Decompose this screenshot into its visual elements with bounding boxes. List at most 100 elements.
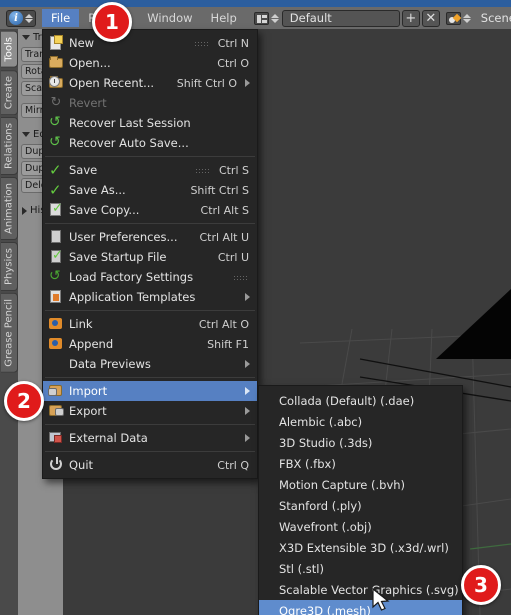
chevron-right-icon bbox=[245, 387, 250, 395]
submenu-item-ogre3d[interactable]: Ogre3D (.mesh) bbox=[259, 600, 462, 615]
chevron-right-icon bbox=[245, 360, 250, 368]
import-icon bbox=[47, 383, 65, 399]
chevron-right-icon bbox=[245, 79, 250, 87]
menu-item-save-startup-file-shortcut: Ctrl U bbox=[217, 250, 249, 264]
menu-item-save[interactable]: ✓ Save Ctrl S bbox=[43, 160, 257, 180]
save-startup-icon: ✓ bbox=[51, 248, 63, 263]
menu-grip[interactable] bbox=[233, 274, 247, 280]
editor-type-selector[interactable]: i bbox=[6, 9, 36, 27]
delete-screen-button[interactable]: ✕ bbox=[421, 9, 440, 27]
menu-item-load-factory-settings[interactable]: ↺ Load Factory Settings bbox=[43, 267, 257, 287]
menu-item-load-factory-settings-label: Load Factory Settings bbox=[69, 270, 194, 284]
load-factory-icon: ↺ bbox=[49, 268, 61, 284]
screen-layout-icon bbox=[253, 11, 269, 25]
scene-selector[interactable]: Scene bbox=[445, 9, 511, 27]
mouse-cursor bbox=[372, 588, 390, 611]
menu-item-open-recent-label: Open Recent... bbox=[69, 76, 155, 90]
menu-item-quit-shortcut: Ctrl Q bbox=[217, 458, 249, 472]
top-menu-bar: i File Render Window Help Default + ✕ Sc… bbox=[0, 7, 511, 29]
menu-item-quit[interactable]: Quit Ctrl Q bbox=[43, 455, 257, 475]
submenu-item-collada[interactable]: Collada (Default) (.dae) bbox=[259, 390, 462, 411]
chevron-right-icon bbox=[245, 434, 250, 442]
menu-grip[interactable] bbox=[193, 40, 208, 46]
menu-item-data-previews[interactable]: Data Previews bbox=[43, 354, 257, 374]
menu-item-external-data[interactable]: External Data bbox=[43, 428, 257, 448]
menu-file[interactable]: File bbox=[42, 9, 80, 27]
sidebar-tab-animation[interactable]: Animation bbox=[1, 176, 18, 240]
menu-item-save-label: Save bbox=[69, 163, 98, 177]
menu-item-recover-last-session[interactable]: ↺ Recover Last Session bbox=[43, 113, 257, 133]
menu-item-application-templates[interactable]: Application Templates bbox=[43, 287, 257, 307]
menu-item-save-startup-file[interactable]: ✓ Save Startup File Ctrl U bbox=[43, 247, 257, 267]
recover-auto-icon: ↺ bbox=[49, 134, 61, 150]
menu-item-save-copy[interactable]: ✓ Save Copy... Ctrl Alt S bbox=[43, 200, 257, 220]
menu-item-link[interactable]: Link Ctrl Alt O bbox=[43, 314, 257, 334]
step-badge-1: 1 bbox=[92, 2, 132, 42]
screen-layout-value[interactable]: Default bbox=[281, 9, 400, 27]
menu-item-import-label: Import bbox=[69, 384, 108, 398]
submenu-item-fbx[interactable]: FBX (.fbx) bbox=[259, 453, 462, 474]
menu-item-open-shortcut: Ctrl O bbox=[217, 56, 249, 70]
submenu-item-motion-capture[interactable]: Motion Capture (.bvh) bbox=[259, 474, 462, 495]
new-file-icon bbox=[47, 35, 65, 51]
scene-value[interactable]: Scene bbox=[474, 10, 511, 27]
sidebar-tab-create[interactable]: Create bbox=[1, 69, 18, 115]
info-icon: i bbox=[9, 11, 23, 25]
menu-item-save-copy-label: Save Copy... bbox=[69, 203, 140, 217]
menu-item-new-shortcut: Ctrl N bbox=[217, 36, 249, 50]
menu-item-link-shortcut: Ctrl Alt O bbox=[198, 317, 249, 331]
step-badge-3: 3 bbox=[461, 565, 501, 605]
menu-item-open[interactable]: Open... Ctrl O bbox=[43, 53, 257, 73]
submenu-item-alembic[interactable]: Alembic (.abc) bbox=[259, 411, 462, 432]
menu-grip[interactable] bbox=[194, 167, 209, 173]
menu-item-user-preferences[interactable]: User Preferences... Ctrl Alt U bbox=[43, 227, 257, 247]
submenu-item-x3d[interactable]: X3D Extensible 3D (.x3d/.wrl) bbox=[259, 537, 462, 558]
menu-item-append[interactable]: Append Shift F1 bbox=[43, 334, 257, 354]
step-badge-2: 2 bbox=[4, 381, 44, 421]
submenu-item-3d-studio[interactable]: 3D Studio (.3ds) bbox=[259, 432, 462, 453]
menu-help[interactable]: Help bbox=[202, 9, 246, 27]
menu-item-recover-last-session-label: Recover Last Session bbox=[69, 116, 191, 130]
menu-item-export-label: Export bbox=[69, 404, 107, 418]
append-icon bbox=[47, 336, 65, 352]
sidebar-tab-grease-pencil[interactable]: Grease Pencil bbox=[1, 292, 18, 373]
link-icon bbox=[47, 316, 65, 332]
menu-item-import[interactable]: Import bbox=[43, 381, 257, 401]
menu-item-save-as[interactable]: ✓ Save As... Shift Ctrl S bbox=[43, 180, 257, 200]
chevron-down-icon bbox=[22, 132, 30, 137]
sidebar-tab-column: Tools Create Relations Animation Physics… bbox=[0, 29, 18, 615]
chevron-down-icon bbox=[22, 35, 30, 40]
chevron-updown-icon bbox=[270, 13, 279, 23]
chevron-right-icon bbox=[22, 206, 27, 215]
menu-window[interactable]: Window bbox=[138, 9, 201, 27]
scene-icon bbox=[445, 11, 461, 25]
menu-item-quit-label: Quit bbox=[69, 458, 94, 472]
submenu-item-stanford[interactable]: Stanford (.ply) bbox=[259, 495, 462, 516]
submenu-item-wavefront[interactable]: Wavefront (.obj) bbox=[259, 516, 462, 537]
menu-item-recover-auto-save[interactable]: ↺ Recover Auto Save... bbox=[43, 133, 257, 153]
menu-separator bbox=[45, 223, 255, 224]
menu-item-save-as-label: Save As... bbox=[69, 183, 126, 197]
recover-icon: ↺ bbox=[49, 114, 61, 130]
file-dropdown-menu: New Ctrl N Open... Ctrl O Open Recent...… bbox=[42, 29, 258, 479]
menu-separator bbox=[45, 451, 255, 452]
import-submenu: Collada (Default) (.dae) Alembic (.abc) … bbox=[258, 385, 463, 615]
menu-item-user-preferences-label: User Preferences... bbox=[69, 230, 178, 244]
submenu-item-svg[interactable]: Scalable Vector Graphics (.svg) bbox=[259, 579, 462, 600]
sidebar-tab-physics[interactable]: Physics bbox=[1, 241, 18, 291]
export-icon bbox=[47, 403, 65, 419]
sidebar-tab-relations[interactable]: Relations bbox=[1, 116, 18, 175]
menu-item-open-recent[interactable]: Open Recent... Shift Ctrl O bbox=[43, 73, 257, 93]
menu-item-new[interactable]: New Ctrl N bbox=[43, 33, 257, 53]
chevron-right-icon bbox=[245, 407, 250, 415]
submenu-item-stl[interactable]: Stl (.stl) bbox=[259, 558, 462, 579]
menu-item-recover-auto-save-label: Recover Auto Save... bbox=[69, 136, 189, 150]
add-screen-button[interactable]: + bbox=[401, 9, 420, 27]
menu-item-save-shortcut: Ctrl S bbox=[218, 163, 249, 177]
app-templates-icon bbox=[47, 289, 65, 305]
screen-layout-selector[interactable]: Default + ✕ bbox=[253, 9, 440, 27]
menu-item-export[interactable]: Export bbox=[43, 401, 257, 421]
menu-separator bbox=[45, 310, 255, 311]
window-title-strip bbox=[0, 0, 511, 7]
sidebar-tab-tools[interactable]: Tools bbox=[1, 31, 18, 68]
